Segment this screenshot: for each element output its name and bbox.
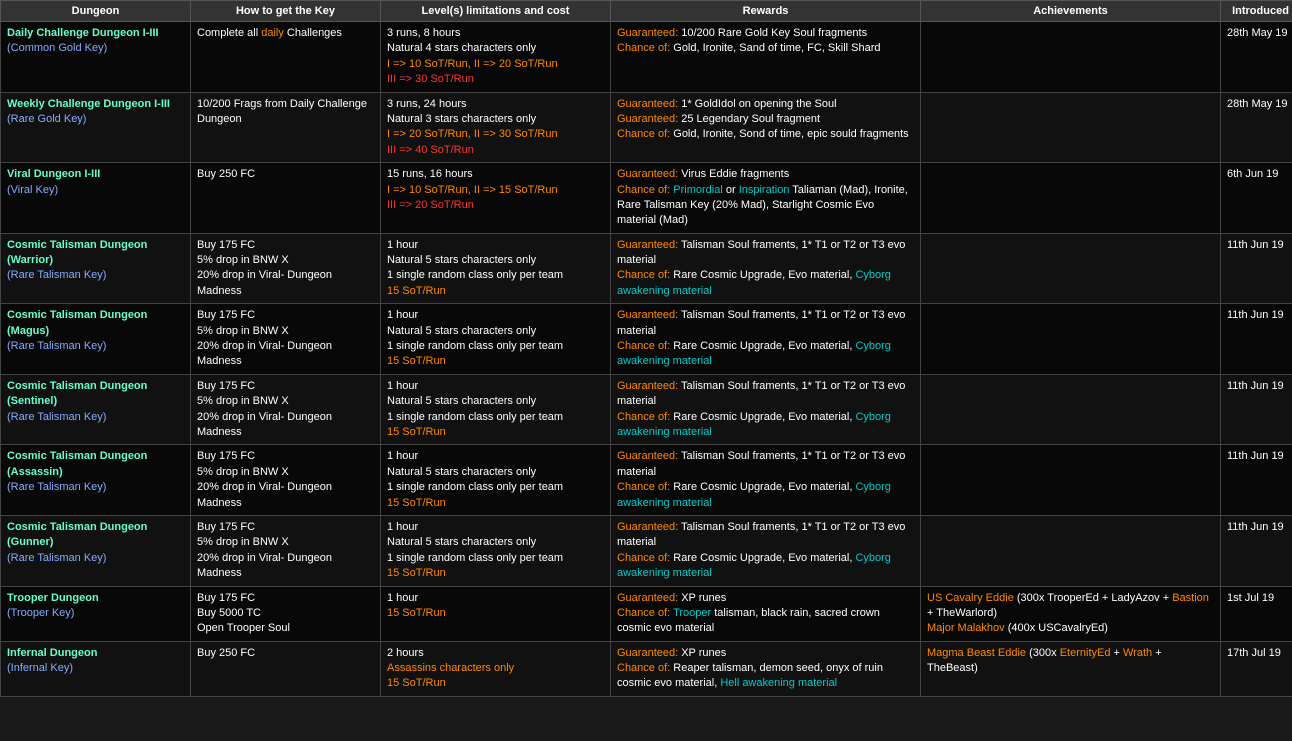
rewards-cell: Guaranteed: Talisman Soul framents, 1* T… [611,445,921,516]
header-achievements: Achievements [921,1,1221,22]
rewards-cell: Guaranteed: Talisman Soul framents, 1* T… [611,233,921,304]
level-cell: 15 runs, 16 hoursI => 10 SoT/Run, II => … [381,163,611,234]
dungeon-cell: Viral Dungeon I-III (Viral Key) [1,163,191,234]
dungeon-cell: Cosmic Talisman Dungeon (Gunner) (Rare Ta… [1,515,191,586]
rewards-cell: Guaranteed: XP runesChance of: Reaper ta… [611,641,921,696]
introduced-cell: 28th May 19 [1221,22,1292,93]
table-row: Cosmic Talisman Dungeon (Sentinel) (Rare … [1,374,1292,445]
level-cell: 2 hoursAssassins characters only15 SoT/R… [381,641,611,696]
level-cell: 1 hour15 SoT/Run [381,586,611,641]
dungeon-name: Weekly Challenge Dungeon I-III [7,98,170,110]
key-cell: Buy 175 FC5% drop in BNW X20% drop in Vi… [191,445,381,516]
dungeon-cell: Cosmic Talisman Dungeon (Warrior) (Rare T… [1,233,191,304]
key-cell: Buy 175 FC5% drop in BNW X20% drop in Vi… [191,233,381,304]
level-cell: 1 hourNatural 5 stars characters only1 s… [381,515,611,586]
introduced-cell: 11th Jun 19 [1221,233,1292,304]
dungeon-name: Cosmic Talisman Dungeon (Magus) [7,309,147,336]
header-key: How to get the Key [191,1,381,22]
achievements-cell: Magma Beast Eddie (300x EternityEd + Wra… [921,641,1221,696]
level-cell: 3 runs, 8 hoursNatural 4 stars character… [381,22,611,93]
level-cell: 1 hourNatural 5 stars characters only1 s… [381,445,611,516]
introduced-cell: 17th Jul 19 [1221,641,1292,696]
introduced-cell: 11th Jun 19 [1221,304,1292,375]
rewards-cell: Guaranteed: XP runesChance of: Trooper t… [611,586,921,641]
rewards-cell: Guaranteed: 10/200 Rare Gold Key Soul fr… [611,22,921,93]
header-dungeon: Dungeon [1,1,191,22]
header-rewards: Rewards [611,1,921,22]
dungeon-cell: Cosmic Talisman Dungeon (Magus) (Rare Tal… [1,304,191,375]
achievements-cell [921,304,1221,375]
level-cell: 3 runs, 24 hoursNatural 3 stars characte… [381,92,611,163]
achievements-cell [921,515,1221,586]
dungeon-cell: Weekly Challenge Dungeon I-III (Rare Gold… [1,92,191,163]
achievements-cell [921,163,1221,234]
dungeon-name: Viral Dungeon I-III [7,168,100,180]
table-body: Daily Challenge Dungeon I-III (Common Gol… [1,22,1292,697]
key-cell: Buy 175 FC5% drop in BNW X20% drop in Vi… [191,515,381,586]
achievements-cell [921,233,1221,304]
dungeon-name: Cosmic Talisman Dungeon (Warrior) [7,239,147,266]
dungeon-name: Daily Challenge Dungeon I-III [7,27,159,39]
dungeon-sub: (Trooper Key) [7,607,74,619]
key-cell: Buy 175 FCBuy 5000 TCOpen Trooper Soul [191,586,381,641]
level-cell: 1 hourNatural 5 stars characters only1 s… [381,233,611,304]
rewards-cell: Guaranteed: 1* GoldIdol on opening the S… [611,92,921,163]
dungeon-cell: Daily Challenge Dungeon I-III (Common Gol… [1,22,191,93]
dungeon-sub: (Rare Talisman Key) [7,552,106,564]
level-cell: 1 hourNatural 5 stars characters only1 s… [381,304,611,375]
achievements-cell: US Cavalry Eddie (300x TrooperEd + LadyA… [921,586,1221,641]
rewards-cell: Guaranteed: Talisman Soul framents, 1* T… [611,374,921,445]
dungeon-name: Cosmic Talisman Dungeon (Sentinel) [7,380,147,407]
dungeon-name: Infernal Dungeon [7,647,97,659]
key-cell: Buy 175 FC5% drop in BNW X20% drop in Vi… [191,374,381,445]
table-header: Dungeon How to get the Key Level(s) limi… [1,1,1292,22]
dungeon-name: Trooper Dungeon [7,592,99,604]
dungeon-cell: Infernal Dungeon (Infernal Key) [1,641,191,696]
header-level: Level(s) limitations and cost [381,1,611,22]
rewards-cell: Guaranteed: Virus Eddie fragmentsChance … [611,163,921,234]
dungeon-cell: Cosmic Talisman Dungeon (Assassin) (Rare … [1,445,191,516]
achievements-cell [921,374,1221,445]
dungeon-sub: (Rare Talisman Key) [7,411,106,423]
table-row: Cosmic Talisman Dungeon (Magus) (Rare Tal… [1,304,1292,375]
dungeon-cell: Cosmic Talisman Dungeon (Sentinel) (Rare … [1,374,191,445]
key-cell: Buy 250 FC [191,163,381,234]
achievements-cell [921,445,1221,516]
table-row: Cosmic Talisman Dungeon (Warrior) (Rare T… [1,233,1292,304]
dungeon-sub: (Viral Key) [7,184,58,196]
table-row: Cosmic Talisman Dungeon (Gunner) (Rare Ta… [1,515,1292,586]
key-cell: Buy 250 FC [191,641,381,696]
introduced-cell: 11th Jun 19 [1221,374,1292,445]
introduced-cell: 6th Jun 19 [1221,163,1292,234]
introduced-cell: 28th May 19 [1221,92,1292,163]
key-cell: 10/200 Frags from Daily Challenge Dungeo… [191,92,381,163]
dungeon-name: Cosmic Talisman Dungeon (Gunner) [7,521,147,548]
rewards-cell: Guaranteed: Talisman Soul framents, 1* T… [611,515,921,586]
introduced-cell: 1st Jul 19 [1221,586,1292,641]
achievements-cell [921,92,1221,163]
introduced-cell: 11th Jun 19 [1221,445,1292,516]
key-cell: Buy 175 FC5% drop in BNW X20% drop in Vi… [191,304,381,375]
header-introduced: Introduced [1221,1,1292,22]
dungeon-table: Dungeon How to get the Key Level(s) limi… [0,0,1292,697]
key-cell: Complete all daily Challenges [191,22,381,93]
table-row: Weekly Challenge Dungeon I-III (Rare Gold… [1,92,1292,163]
table-row: Viral Dungeon I-III (Viral Key) Buy 250 FC… [1,163,1292,234]
dungeon-name: Cosmic Talisman Dungeon (Assassin) [7,450,147,477]
dungeon-sub: (Rare Talisman Key) [7,340,106,352]
introduced-cell: 11th Jun 19 [1221,515,1292,586]
dungeon-sub: (Rare Talisman Key) [7,481,106,493]
table-row: Cosmic Talisman Dungeon (Assassin) (Rare … [1,445,1292,516]
table-row: Infernal Dungeon (Infernal Key) Buy 250 FC… [1,641,1292,696]
table-row: Daily Challenge Dungeon I-III (Common Gol… [1,22,1292,93]
level-cell: 1 hourNatural 5 stars characters only1 s… [381,374,611,445]
table-row: Trooper Dungeon (Trooper Key) Buy 175 FCBu… [1,586,1292,641]
rewards-cell: Guaranteed: Talisman Soul framents, 1* T… [611,304,921,375]
dungeon-sub: (Rare Talisman Key) [7,269,106,281]
dungeon-cell: Trooper Dungeon (Trooper Key) [1,586,191,641]
achievements-cell [921,22,1221,93]
dungeon-sub: (Infernal Key) [7,662,73,674]
dungeon-sub: (Common Gold Key) [7,42,107,54]
dungeon-sub: (Rare Gold Key) [7,113,86,125]
